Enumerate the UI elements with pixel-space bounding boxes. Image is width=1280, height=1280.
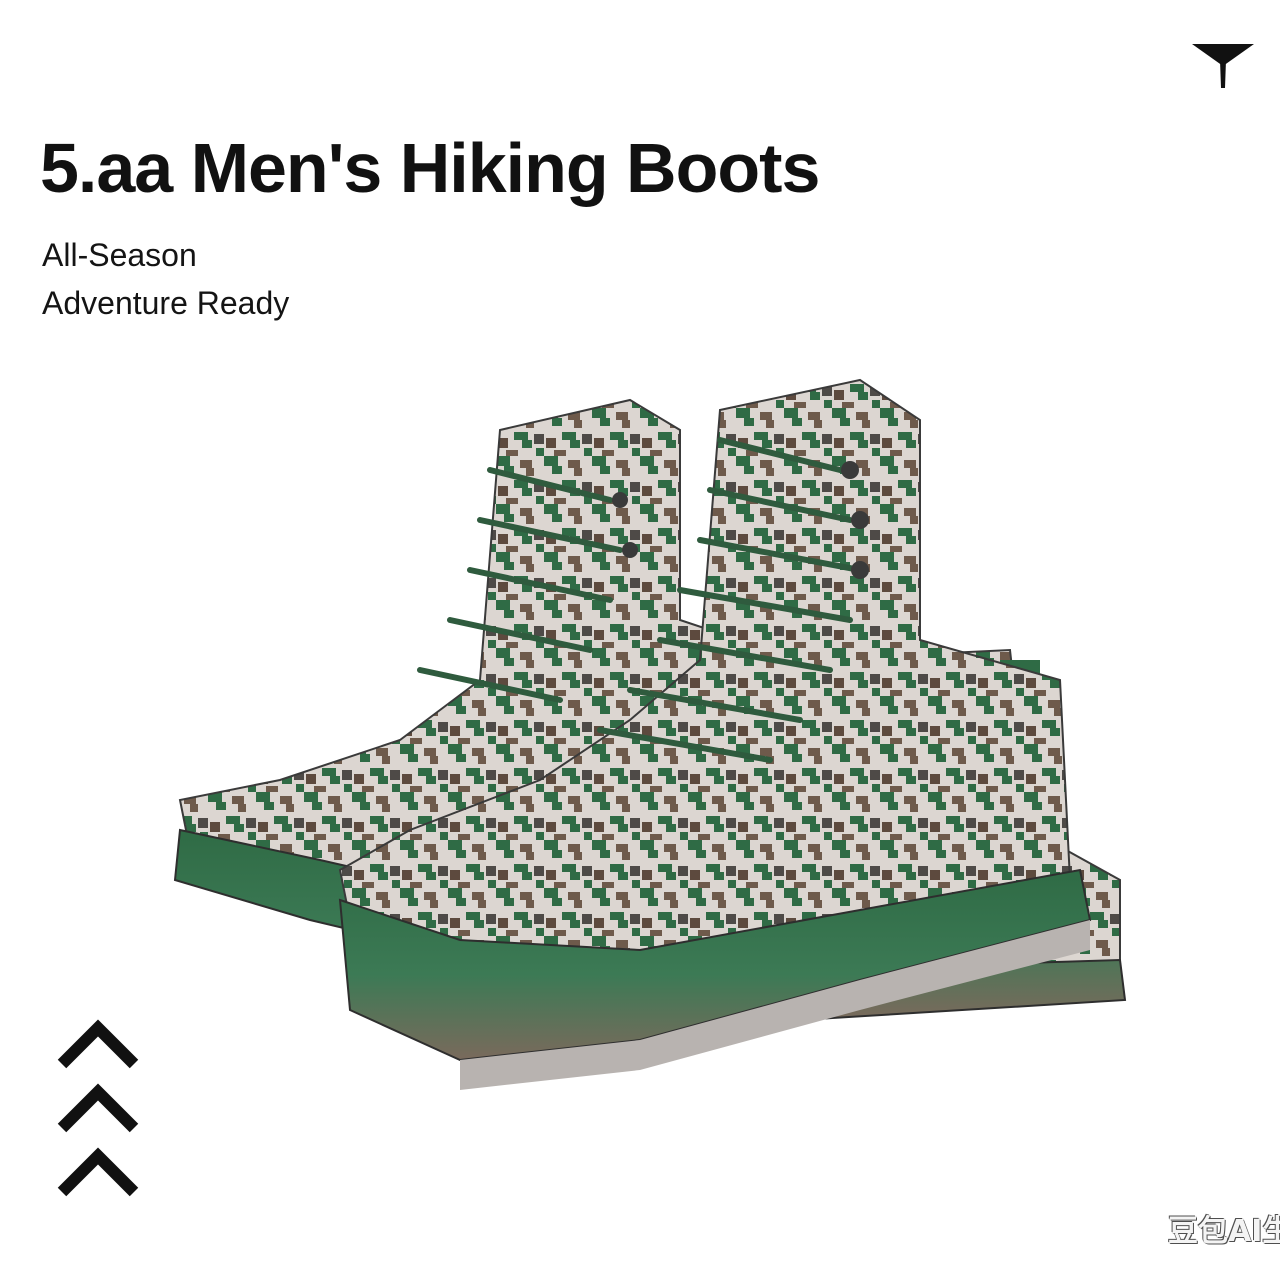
subtitle-line-2: Adventure Ready bbox=[42, 285, 290, 321]
page-title: 5.aa Men's Hiking Boots bbox=[40, 129, 820, 207]
ai-watermark: 豆包AI生成 bbox=[1168, 1214, 1280, 1249]
hiking-boots-image bbox=[173, 378, 1127, 1090]
product-poster: 5.aa Men's Hiking Boots All-Season Adven… bbox=[0, 0, 1280, 1280]
triple-chevron-up-icon bbox=[57, 1019, 139, 1197]
subtitle-line-1: All-Season bbox=[42, 237, 197, 273]
down-triangle-icon bbox=[1192, 44, 1254, 88]
